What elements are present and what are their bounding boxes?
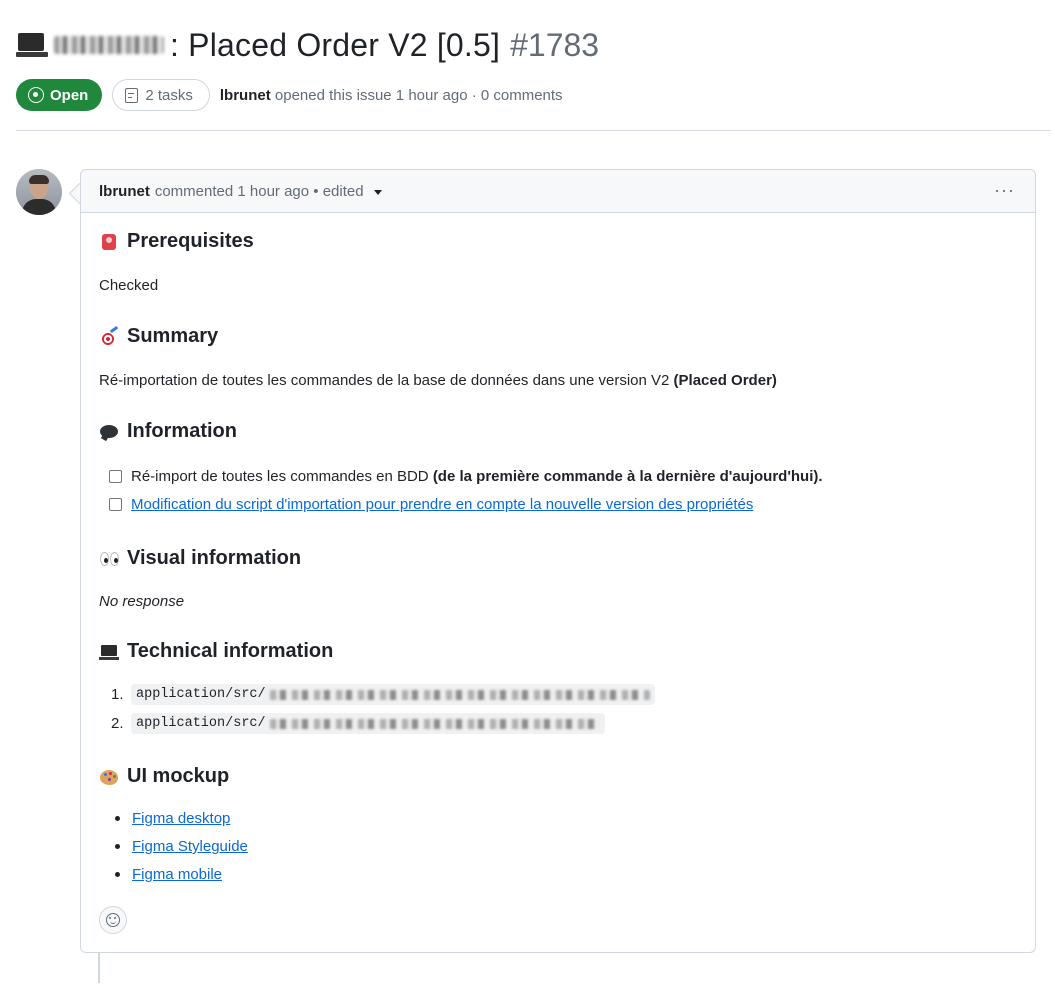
redacted-path bbox=[269, 689, 650, 700]
figma-styleguide-link[interactable]: Figma Styleguide bbox=[132, 838, 248, 855]
task-link[interactable]: Modification du script d'importation pou… bbox=[131, 496, 753, 513]
summary-text: Ré-importation de toutes les commandes d… bbox=[99, 372, 777, 389]
status-badge: Open bbox=[16, 79, 103, 111]
list-item: 1. application/src/ bbox=[111, 684, 655, 705]
siren-emoji-icon bbox=[99, 232, 119, 252]
laptop-icon bbox=[16, 31, 48, 59]
issue-meta: lbrunet opened this issue 1 hour ago · 0… bbox=[220, 87, 563, 104]
smiley-icon bbox=[106, 913, 120, 927]
speech-bubble-emoji-icon bbox=[99, 422, 119, 442]
issue-meta-row: Open 2 tasks lbrunet opened this issue 1… bbox=[16, 78, 563, 112]
task-item: Ré-import de toutes les commandes en BDD… bbox=[109, 468, 823, 485]
comment-author-link[interactable]: lbrunet bbox=[99, 183, 150, 200]
eyes-emoji-icon bbox=[99, 549, 119, 569]
issue-open-icon bbox=[28, 87, 44, 103]
comment-header: lbrunet commented 1 hour ago • edited ··… bbox=[81, 170, 1035, 213]
status-label: Open bbox=[50, 86, 89, 104]
avatar[interactable] bbox=[16, 169, 62, 215]
list-item: Figma mobile bbox=[115, 866, 222, 883]
visual-text: No response bbox=[99, 593, 185, 610]
task-item: Modification du script d'importation pou… bbox=[109, 496, 753, 513]
section-heading-prerequisites: Prerequisites bbox=[99, 230, 254, 253]
list-item: Figma desktop bbox=[115, 810, 230, 827]
kebab-icon[interactable]: ··· bbox=[994, 181, 1015, 199]
section-heading-summary: Summary bbox=[99, 325, 218, 348]
section-heading-technical: Technical information bbox=[99, 640, 333, 663]
redacted-path bbox=[269, 718, 600, 729]
palette-emoji-icon bbox=[99, 767, 119, 787]
issue-author-link[interactable]: lbrunet bbox=[220, 87, 271, 104]
task-checkbox[interactable] bbox=[109, 498, 122, 511]
comment-meta: commented 1 hour ago • edited bbox=[154, 182, 364, 200]
figma-desktop-link[interactable]: Figma desktop bbox=[132, 810, 230, 827]
comment-box: lbrunet commented 1 hour ago • edited ··… bbox=[80, 169, 1036, 953]
issue-title: : Placed Order V2 [0.5] bbox=[170, 26, 501, 63]
timeline-line bbox=[98, 953, 100, 983]
section-heading-information: Information bbox=[99, 420, 237, 443]
section-heading-mockup: UI mockup bbox=[99, 765, 229, 788]
redacted-project-name bbox=[54, 36, 164, 54]
issue-meta-suffix: opened this issue 1 hour ago · 0 comment… bbox=[274, 86, 563, 104]
figma-mobile-link[interactable]: Figma mobile bbox=[132, 866, 222, 883]
tasklist-icon bbox=[125, 87, 139, 103]
list-item: 2. application/src/ bbox=[111, 713, 605, 734]
task-checkbox[interactable] bbox=[109, 470, 122, 483]
laptop-emoji-icon bbox=[99, 642, 119, 662]
issue-title-row: : Placed Order V2 [0.5] #1783 bbox=[16, 22, 599, 68]
list-item: Figma Styleguide bbox=[115, 838, 248, 855]
prerequisites-text: Checked bbox=[99, 277, 159, 294]
section-heading-visual: Visual information bbox=[99, 547, 301, 570]
add-reaction-button[interactable] bbox=[99, 906, 127, 934]
issue-number: #1783 bbox=[510, 26, 600, 63]
tasks-button[interactable]: 2 tasks bbox=[112, 79, 210, 111]
code-path: application/src/ bbox=[131, 684, 655, 705]
target-emoji-icon bbox=[99, 325, 119, 347]
code-path: application/src/ bbox=[131, 713, 605, 734]
chevron-down-icon[interactable] bbox=[373, 190, 382, 195]
tasks-label: 2 tasks bbox=[145, 86, 193, 104]
header-divider bbox=[16, 130, 1051, 131]
